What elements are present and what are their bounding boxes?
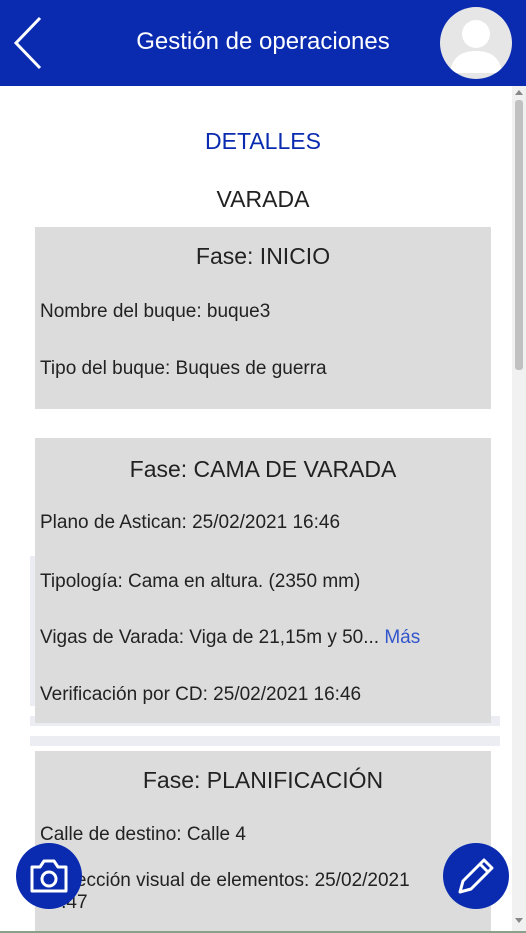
verificacion-row: Verificación por CD: 25/02/2021 16:46 <box>40 684 362 705</box>
app-header: Gestión de operaciones <box>0 0 526 86</box>
scroll-down-icon[interactable] <box>515 918 523 923</box>
phase-card-cama-de-varada: Fase: CAMA DE VARADA Plano de Astican: 2… <box>35 438 491 723</box>
vigas-row: Vigas de Varada: Viga de 21,15m y 50... … <box>40 627 420 649</box>
pencil-icon <box>458 858 494 894</box>
plano-row: Plano de Astican: 25/02/2021 16:46 <box>40 512 341 533</box>
vessel-type-row: Tipo del buque: Buques de guerra <box>40 358 327 379</box>
avatar[interactable] <box>440 7 512 79</box>
details-heading: DETALLES <box>205 128 321 154</box>
camera-button[interactable] <box>16 843 82 909</box>
user-avatar-icon <box>450 20 502 73</box>
card-title: Fase: INICIO <box>195 243 331 269</box>
vessel-name-row: Nombre del buque: buque3 <box>40 301 271 322</box>
card-title: Fase: PLANIFICACIÓN <box>142 767 384 793</box>
edit-button[interactable] <box>443 843 509 909</box>
scrollbar[interactable] <box>512 86 526 931</box>
vigas-text: Vigas de Varada: Viga de 21,15m y 50... <box>40 627 380 648</box>
scroll-up-icon[interactable] <box>515 90 523 95</box>
details-content[interactable]: DETALLES VARADA Fase: INICIO Nombre del … <box>0 86 512 931</box>
camera-icon <box>30 859 68 893</box>
operation-heading: VARADA <box>216 186 310 212</box>
tipologia-row: Tipología: Cama en altura. (2350 mm) <box>40 571 361 592</box>
phase-card-inicio: Fase: INICIO Nombre del buque: buque3 Ti… <box>35 227 491 409</box>
scroll-thumb[interactable] <box>515 100 523 370</box>
inspeccion-row: Inspección visual de elementos: 25/02/20… <box>40 870 410 891</box>
more-link[interactable]: Más <box>384 627 420 648</box>
card-title: Fase: CAMA DE VARADA <box>129 456 397 482</box>
phase-card-planificacion: Fase: PLANIFICACIÓN Calle de destino: Ca… <box>35 751 491 931</box>
